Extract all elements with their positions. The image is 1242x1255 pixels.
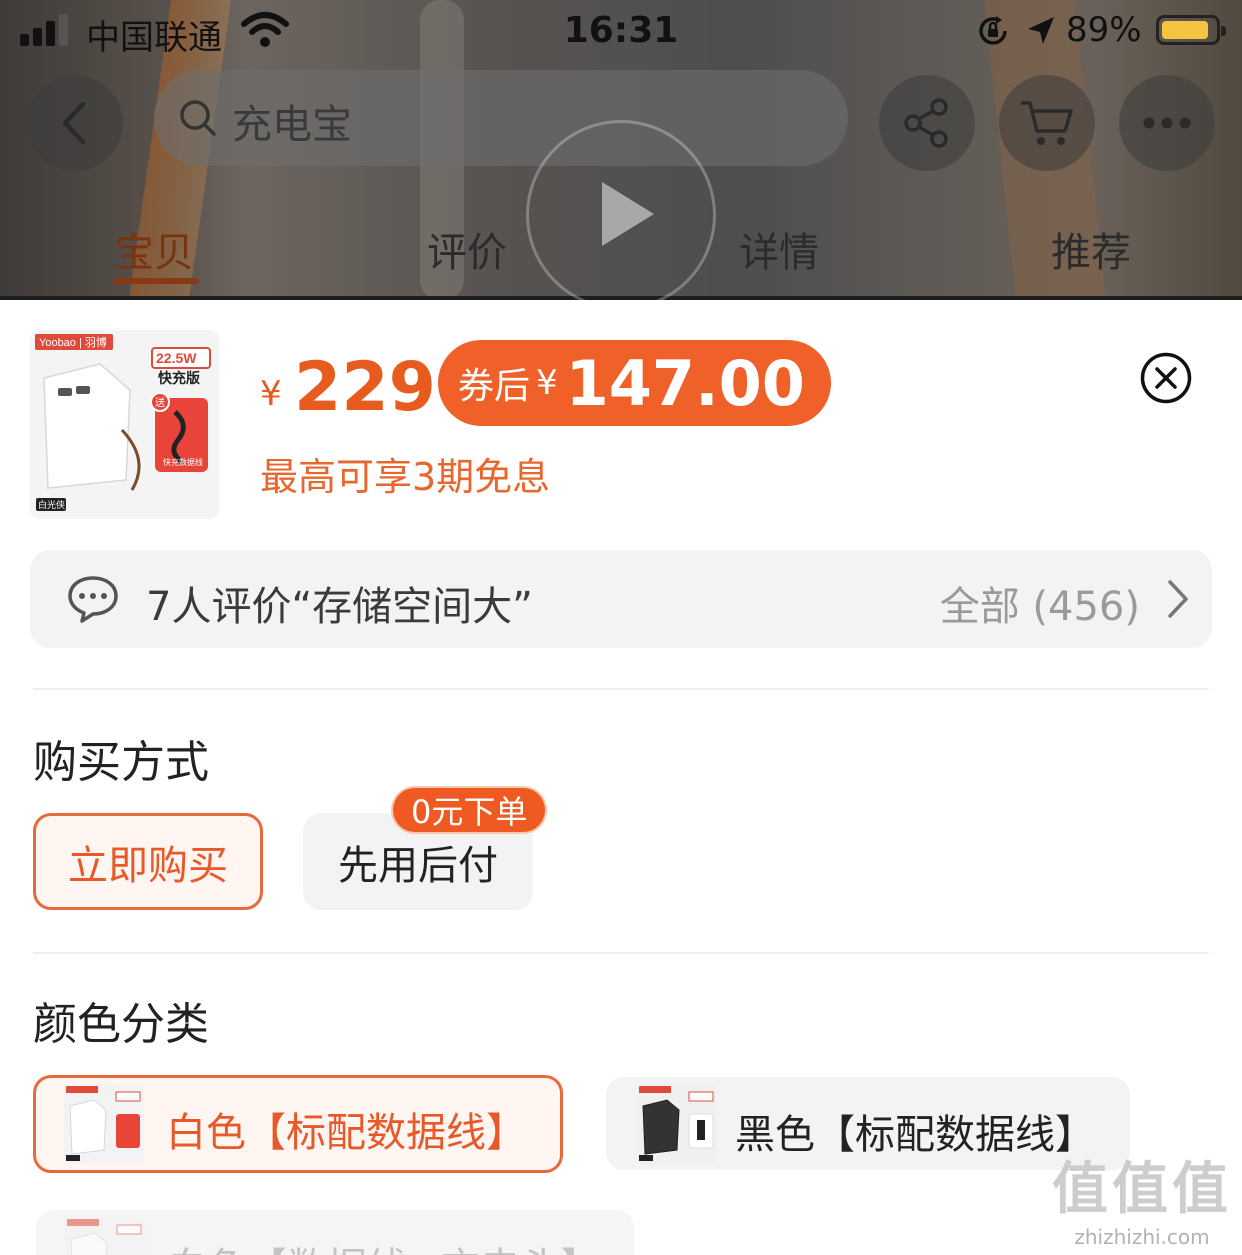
tab-details[interactable]: 详情 (739, 220, 819, 278)
option-thumbnail (65, 1217, 145, 1255)
color-option-label: 白色【标配数据线】 (166, 1110, 526, 1156)
coupon-label: 券后 (458, 366, 531, 407)
share-icon (904, 98, 948, 148)
option-thumbnail (637, 1084, 717, 1164)
thumb-color-tag: 白光侠 (38, 499, 65, 511)
color-option-white-with-charger[interactable]: 白色【数据线+充电头】 (36, 1210, 634, 1255)
sku-sheet: Yoobao | 羽博 22.5W 快充版 送 快充数据线 白光侠 ¥ 229 … (0, 300, 1242, 1255)
share-button[interactable] (879, 75, 975, 171)
rotation-lock-icon (979, 16, 1007, 45)
battery-icon (1156, 15, 1226, 45)
search-input[interactable]: 充电宝 (154, 70, 848, 166)
color-option-white-standard[interactable]: 白色【标配数据线】 (33, 1075, 563, 1173)
back-button[interactable] (27, 75, 123, 171)
close-icon[interactable] (1140, 352, 1192, 404)
search-placeholder: 充电宝 (232, 102, 352, 148)
power-bank-image: Yoobao | 羽博 22.5W 快充版 送 快充数据线 白光侠 (30, 330, 219, 519)
battery-percent: 89% (1066, 10, 1142, 50)
status-bar: 中国联通 16:31 89% (0, 0, 1242, 64)
thumb-brand: Yoobao | 羽博 (39, 336, 107, 349)
tab-reviews[interactable]: 评价 (427, 220, 507, 278)
watermark-logo: 值值值 (1052, 1157, 1232, 1222)
site-watermark: 值值值 zhizhizhi.com (1052, 1144, 1232, 1249)
cart-button[interactable] (999, 75, 1095, 171)
thumb-power: 22.5W (156, 350, 197, 366)
coupon-price-value: 147.00 (565, 346, 805, 420)
location-arrow-icon (1028, 17, 1054, 44)
color-category-title: 颜色分类 (33, 999, 209, 1050)
cart-icon (1021, 101, 1073, 145)
review-summary-row[interactable]: 7人评价“存储空间大” 全部 (456) (30, 550, 1212, 648)
price-currency: ¥ (260, 374, 282, 414)
color-option-label: 白色【数据线+充电头】 (167, 1235, 601, 1255)
divider (33, 952, 1209, 954)
price-value: 229 (294, 348, 436, 427)
divider (33, 688, 1209, 690)
option-thumbnail (64, 1084, 144, 1164)
review-summary-text: 7人评价“存储空间大” (146, 584, 533, 630)
installment-text: 最高可享3期免息 (260, 455, 551, 499)
search-icon (180, 100, 216, 136)
coupon-currency: ¥ (536, 363, 558, 403)
thumb-gift: 送 (155, 396, 165, 409)
watermark-url: zhizhizhi.com (1074, 1225, 1210, 1249)
active-tab-indicator (113, 278, 199, 284)
thumb-cable: 快充数据线 (163, 457, 203, 467)
tab-baobei[interactable]: 宝贝 (114, 220, 194, 278)
chevron-left-icon (62, 101, 86, 145)
thumb-edition: 快充版 (158, 370, 200, 387)
pay-later-label: 先用后付 (338, 842, 498, 889)
chevron-right-icon (1168, 580, 1188, 618)
chat-bubble-icon (68, 576, 118, 623)
color-option-label: 黑色【标配数据线】 (735, 1112, 1095, 1158)
purchase-method-title: 购买方式 (33, 737, 209, 788)
all-reviews-link[interactable]: 全部 (456) (940, 574, 1140, 632)
product-thumbnail[interactable]: Yoobao | 羽博 22.5W 快充版 送 快充数据线 白光侠 (30, 330, 219, 519)
buy-now-option[interactable]: 立即购买 (33, 813, 263, 910)
buy-now-label: 立即购买 (68, 842, 228, 889)
zero-down-badge: 0元下单 (393, 788, 546, 832)
more-button[interactable] (1119, 75, 1215, 171)
coupon-price-badge: 券后 ¥ 147.00 (438, 340, 831, 426)
tab-recommend[interactable]: 推荐 (1051, 220, 1131, 278)
more-dots-icon (1143, 117, 1191, 129)
